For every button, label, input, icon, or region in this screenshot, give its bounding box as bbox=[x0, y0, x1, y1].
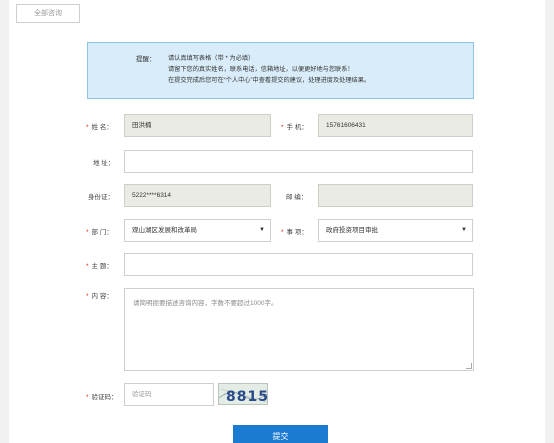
name-label: * 姓 名： bbox=[86, 124, 113, 131]
submit-button[interactable]: 提交 bbox=[233, 425, 328, 443]
required-mark: * bbox=[86, 394, 89, 401]
required-mark: * bbox=[86, 293, 89, 300]
address-label: 地 址： bbox=[93, 160, 115, 167]
captcha-graphic: 8815 bbox=[219, 388, 268, 405]
required-mark: * bbox=[281, 229, 284, 236]
dropdown-arrow-icon: ▼ bbox=[259, 227, 265, 233]
content-placeholder: 请简明扼要描述咨询内容，字数不要超过1000字。 bbox=[133, 300, 278, 307]
captcha-label: * 验证码： bbox=[86, 394, 118, 401]
subject-label: * 主 题： bbox=[86, 263, 113, 270]
required-mark: * bbox=[86, 229, 89, 236]
address-field[interactable] bbox=[124, 150, 473, 173]
notice-line: 请认真填写表格（带 * 为必填） bbox=[168, 55, 255, 62]
dropdown-arrow-icon: ▼ bbox=[461, 227, 467, 233]
phone-label: * 手 机： bbox=[281, 124, 308, 131]
matter-label: * 事 项： bbox=[281, 229, 308, 236]
postcode-label: 邮 编： bbox=[286, 194, 308, 201]
content-textarea[interactable]: 请简明扼要描述咨询内容，字数不要超过1000字。 bbox=[124, 288, 474, 371]
notice-box: 提醒： 请认真填写表格（带 * 为必填） 请留下您的真实姓名，联系电话，信箱地址… bbox=[87, 42, 474, 99]
all-inquiries-button[interactable]: 全部咨询 bbox=[16, 4, 80, 23]
matter-value: 政府投资项目审批 bbox=[326, 227, 378, 234]
notice-line: 在提交完成后您可在“个人中心”中查看提交的建议，处理进度及处理结果。 bbox=[168, 77, 371, 84]
resize-handle-icon[interactable] bbox=[466, 363, 472, 369]
id-label: 身份证： bbox=[88, 194, 114, 201]
required-mark: * bbox=[86, 263, 89, 270]
notice-label: 提醒： bbox=[136, 56, 156, 63]
subject-field[interactable] bbox=[124, 253, 473, 276]
captcha-image[interactable]: 8815 bbox=[218, 383, 268, 405]
id-number-field[interactable]: 5222****6314 bbox=[124, 184, 271, 207]
notice-text: 请认真填写表格（带 * 为必填） 请留下您的真实姓名，联系电话，信箱地址，以便更… bbox=[168, 53, 370, 86]
captcha-input[interactable]: 验证码 bbox=[124, 383, 214, 406]
required-mark: * bbox=[86, 124, 89, 131]
name-field[interactable]: 田洪楠 bbox=[124, 114, 271, 137]
matter-select[interactable]: 政府投资项目审批 ▼ bbox=[318, 219, 473, 242]
postcode-field[interactable] bbox=[318, 184, 473, 207]
phone-field[interactable]: 15761606431 bbox=[318, 114, 473, 137]
captcha-text: 8815 bbox=[226, 389, 268, 405]
department-value: 观山湖区发展和改革局 bbox=[132, 227, 197, 234]
required-mark: * bbox=[281, 124, 284, 131]
notice-line: 请留下您的真实姓名，联系电话，信箱地址，以便更好地与您联系！ bbox=[168, 66, 354, 73]
content-label: * 内 容： bbox=[86, 293, 113, 300]
dept-label: * 部 门： bbox=[86, 229, 113, 236]
department-select[interactable]: 观山湖区发展和改革局 ▼ bbox=[124, 219, 271, 242]
